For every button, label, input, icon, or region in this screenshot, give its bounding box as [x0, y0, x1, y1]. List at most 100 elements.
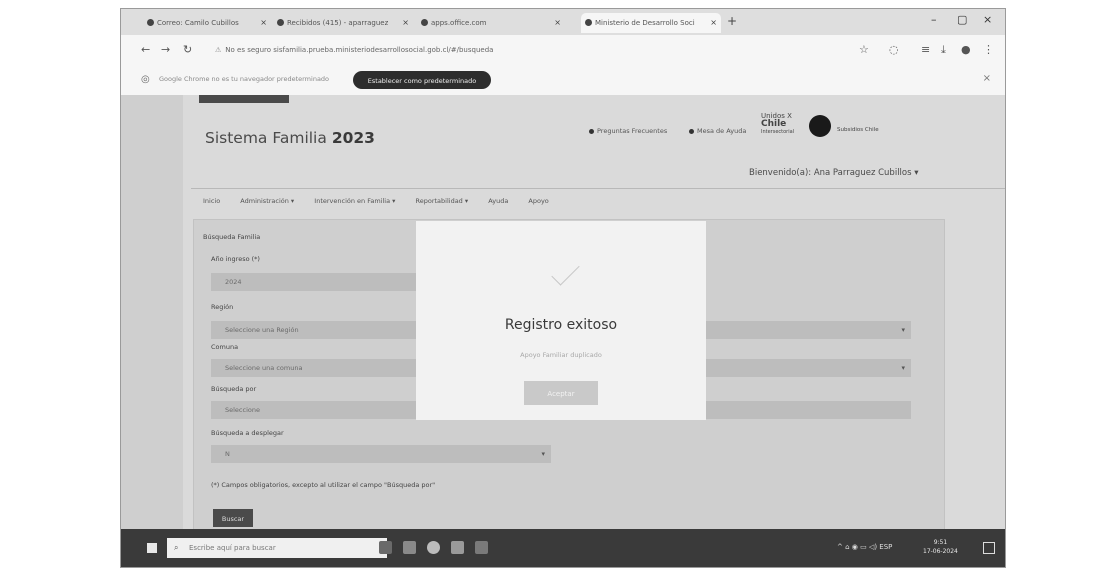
menu-item-ayuda[interactable]: Ayuda	[488, 197, 508, 205]
chevron-down-icon: ▾	[901, 364, 905, 372]
close-infobar-icon[interactable]: ×	[983, 73, 991, 84]
logo-line: Intersectorial	[761, 129, 795, 135]
windows-start-icon[interactable]	[147, 543, 157, 553]
tab-strip: Correo: Camilo Cubillos × Recibidos (415…	[121, 9, 1005, 35]
system-tray[interactable]: ^ ⌂ ◉ ▭ ◁) ESP	[837, 543, 892, 551]
reading-list-icon[interactable]: ≡	[921, 43, 930, 56]
download-icon[interactable]: ⤓	[941, 43, 946, 57]
page-viewport: Sistema Familia 2023 Preguntas Frecuente…	[121, 95, 1005, 529]
tab-ministerio[interactable]: Ministerio de Desarrollo Soci ×	[581, 13, 721, 33]
menu-kebab-icon[interactable]: ⋮	[983, 43, 994, 56]
required-note: (*) Campos obligatorios, excepto al util…	[211, 481, 436, 489]
menu-item-inicio[interactable]: Inicio	[203, 197, 220, 205]
nav-divider	[191, 188, 1005, 189]
help-icon	[689, 128, 694, 134]
tab-correo[interactable]: Correo: Camilo Cubillos ×	[143, 13, 271, 33]
page-title: Sistema Familia 2023	[205, 129, 375, 147]
browser-window: Correo: Camilo Cubillos × Recibidos (415…	[121, 9, 1005, 567]
warning-icon: ⚠	[215, 46, 222, 54]
menu-item-apoyo[interactable]: Apoyo	[528, 197, 548, 205]
tab-recibidos[interactable]: Recibidos (415) - aparraguez ×	[273, 13, 413, 33]
search-by-value: Seleccione	[225, 406, 260, 414]
taskbar-search-input[interactable]: ⌕ Escribe aquí para buscar	[167, 538, 387, 558]
extensions-icon[interactable]: ◌	[889, 43, 899, 56]
title-prefix: Sistema Familia	[205, 129, 327, 147]
display-search-label: Búsqueda a desplegar	[211, 429, 284, 437]
unidos-logo: Unidos X Chile Intersectorial	[761, 113, 795, 136]
new-tab-button[interactable]: +	[727, 14, 737, 28]
minimize-button[interactable]: –	[931, 13, 937, 26]
notification-icon[interactable]	[983, 542, 995, 554]
menu-item-administracion[interactable]: Administración ▾	[240, 197, 294, 205]
modal-title: Registro exitoso	[504, 317, 618, 333]
bookmark-star-icon[interactable]: ☆	[859, 43, 869, 56]
user-menu[interactable]: Bienvenido(a): Ana Parraguez Cubillos ▾	[749, 168, 919, 178]
tab-label: Correo: Camilo Cubillos	[157, 19, 239, 27]
forward-icon[interactable]: →	[161, 43, 170, 56]
year-label: Año ingreso (*)	[211, 255, 260, 263]
menu-item-intervencion[interactable]: Intervención en Familia ▾	[314, 197, 395, 205]
chrome-icon: ◎	[141, 74, 150, 85]
outlook-icon	[147, 19, 154, 26]
chrome-taskbar-icon[interactable]	[427, 541, 440, 554]
title-year: 2023	[331, 129, 375, 147]
default-browser-infobar: ◎ Google Chrome no es tu navegador prede…	[121, 65, 1005, 96]
tab-label: Recibidos (415) - aparraguez	[287, 19, 389, 27]
region-label: Región	[211, 303, 234, 311]
clock-time: 9:51	[933, 539, 948, 546]
chevron-down-icon: ▾	[901, 326, 905, 334]
logo-caption: Subsidios Chile	[837, 127, 879, 133]
close-tab-icon[interactable]: ×	[402, 13, 409, 33]
close-window-button[interactable]: ×	[983, 13, 992, 26]
close-tab-icon[interactable]: ×	[554, 13, 561, 33]
question-icon	[589, 128, 594, 134]
menu-item-reportabilidad[interactable]: Reportabilidad ▾	[416, 197, 469, 205]
logo-line: Chile	[761, 119, 787, 129]
comuna-value: Seleccione una comuna	[225, 364, 303, 372]
reload-icon[interactable]: ↻	[183, 43, 192, 56]
address-bar-row: ← → ↻ ⚠ No es seguro sisfamilia.prueba.mi…	[121, 35, 1005, 65]
infobar-text: Google Chrome no es tu navegador predete…	[159, 75, 330, 83]
set-default-button[interactable]: Establecer como predeterminado	[353, 71, 491, 89]
modal-message: Apoyo Familiar duplicado	[520, 351, 602, 359]
search-by-label: Búsqueda por	[211, 385, 257, 393]
url-field[interactable]: ⚠ No es seguro sisfamilia.prueba.minister…	[215, 43, 715, 57]
accept-button[interactable]: Aceptar	[524, 381, 598, 405]
success-modal: Registro exitoso Apoyo Familiar duplicad…	[416, 221, 706, 420]
maximize-button[interactable]: ▢	[957, 13, 967, 26]
faq-link[interactable]: Preguntas Frecuentes	[589, 127, 667, 135]
teams-icon[interactable]	[451, 541, 464, 554]
checkmark-icon	[551, 257, 580, 286]
close-tab-icon[interactable]: ×	[710, 13, 717, 33]
url-text: No es seguro sisfamilia.prueba.ministeri…	[225, 46, 494, 54]
comuna-label: Comuna	[211, 343, 239, 351]
gmail-icon	[277, 19, 284, 26]
clock-date: 17-06-2024	[923, 548, 958, 555]
tab-office[interactable]: apps.office.com ×	[417, 13, 565, 33]
task-view-icon[interactable]	[379, 541, 392, 554]
header-bar	[199, 95, 289, 103]
ministry-logo-icon	[809, 115, 831, 137]
chevron-down-icon: ▾	[541, 450, 545, 458]
office-icon	[421, 19, 428, 26]
windows-taskbar: ⌕ Escribe aquí para buscar ^ ⌂ ◉ ▭ ◁) ESP…	[121, 529, 1005, 567]
year-value: 2024	[225, 278, 242, 286]
form-title: Búsqueda Familia	[203, 233, 261, 241]
profile-icon[interactable]: ●	[961, 43, 971, 56]
help-link-label: Mesa de Ayuda	[697, 127, 747, 135]
close-tab-icon[interactable]: ×	[260, 13, 267, 33]
file-explorer-icon[interactable]	[403, 541, 416, 554]
clock[interactable]: 9:51 17-06-2024	[923, 538, 958, 556]
display-search-value: N	[225, 450, 230, 458]
region-value: Seleccione una Región	[225, 326, 299, 334]
taskbar-search-placeholder: Escribe aquí para buscar	[189, 544, 276, 552]
tab-label: Ministerio de Desarrollo Soci	[595, 19, 695, 27]
display-search-select[interactable]: N ▾	[211, 445, 551, 463]
outlook-taskbar-icon[interactable]	[475, 541, 488, 554]
tab-label: apps.office.com	[431, 19, 487, 27]
main-menu: Inicio Administración ▾ Intervención en …	[203, 197, 567, 205]
help-desk-link[interactable]: Mesa de Ayuda	[689, 127, 746, 135]
back-icon[interactable]: ←	[141, 43, 150, 56]
faq-link-label: Preguntas Frecuentes	[597, 127, 668, 135]
search-button[interactable]: Buscar	[213, 509, 253, 527]
